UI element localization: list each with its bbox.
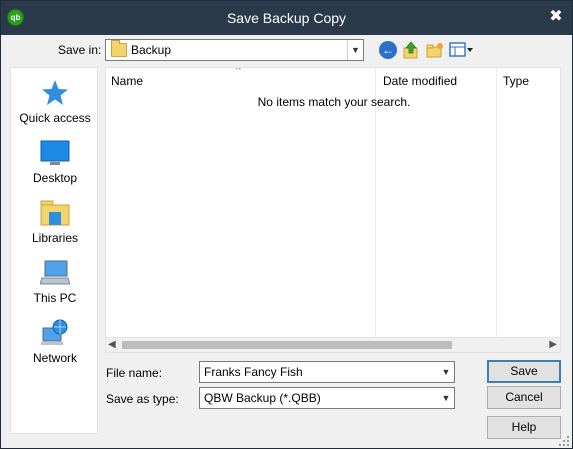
file-name-field[interactable]: Franks Fancy Fish ▼ <box>199 361 455 383</box>
save-in-dropdown[interactable]: Backup ▼ <box>105 39 364 61</box>
save-in-label: Save in: <box>58 43 102 57</box>
libraries-icon <box>40 198 70 228</box>
folder-icon <box>111 40 127 57</box>
scroll-left-icon[interactable]: ◀ <box>108 339 116 350</box>
scroll-right-icon[interactable]: ▶ <box>549 339 557 350</box>
computer-icon <box>39 258 71 288</box>
chevron-down-icon[interactable]: ▼ <box>347 40 363 60</box>
place-label: Libraries <box>31 231 79 245</box>
horizontal-scrollbar[interactable]: ◀ ▶ <box>106 337 560 352</box>
save-as-type-label: Save as type: <box>106 392 179 406</box>
file-list-view[interactable]: ^ Name Date modified Type No items match… <box>105 67 561 353</box>
save-button[interactable]: Save <box>487 360 561 383</box>
title-bar[interactable]: qb Save Backup Copy ✖ <box>1 1 572 35</box>
empty-list-message: No items match your search. <box>257 95 411 109</box>
place-desktop[interactable]: Desktop <box>11 138 99 194</box>
places-bar: Quick access Desktop Libraries This PC N… <box>10 67 98 434</box>
save-in-value: Backup <box>131 43 172 57</box>
new-folder-icon[interactable] <box>426 41 444 59</box>
sort-caret-icon: ^ <box>236 67 241 76</box>
place-this-pc[interactable]: This PC <box>11 258 99 314</box>
chevron-down-icon[interactable]: ▼ <box>438 362 454 382</box>
place-label: Desktop <box>32 171 78 185</box>
place-label: Network <box>32 351 77 365</box>
help-button[interactable]: Help <box>487 416 561 439</box>
save-backup-dialog: qb Save Backup Copy ✖ Save in: Backup ▼ … <box>0 0 573 449</box>
close-button[interactable]: ✖ <box>548 8 564 26</box>
window-title: Save Backup Copy <box>226 10 347 26</box>
up-folder-icon[interactable] <box>402 41 420 59</box>
place-network[interactable]: Network <box>11 318 99 374</box>
place-libraries[interactable]: Libraries <box>11 198 99 254</box>
file-name-label: File name: <box>106 366 163 380</box>
place-label: Quick access <box>19 111 91 125</box>
column-header-type[interactable]: Type <box>503 74 529 88</box>
cancel-button[interactable]: Cancel <box>487 386 561 409</box>
chevron-down-icon[interactable]: ▼ <box>438 388 454 408</box>
file-name-value: Franks Fancy Fish <box>204 365 303 379</box>
view-menu-icon[interactable] <box>449 41 475 59</box>
save-as-type-value: QBW Backup (*.QBB) <box>204 391 321 405</box>
desktop-icon <box>40 138 70 168</box>
scrollbar-thumb[interactable] <box>122 341 452 349</box>
back-icon[interactable]: ← <box>379 41 397 59</box>
column-header-name[interactable]: Name <box>111 74 143 88</box>
star-icon <box>40 78 70 108</box>
resize-grip-icon[interactable] <box>559 435 569 446</box>
network-icon <box>40 318 70 348</box>
place-quick-access[interactable]: Quick access <box>11 78 99 134</box>
column-header-date-modified[interactable]: Date modified <box>383 74 457 88</box>
save-as-type-dropdown[interactable]: QBW Backup (*.QBB) ▼ <box>199 387 455 409</box>
place-label: This PC <box>33 291 77 305</box>
